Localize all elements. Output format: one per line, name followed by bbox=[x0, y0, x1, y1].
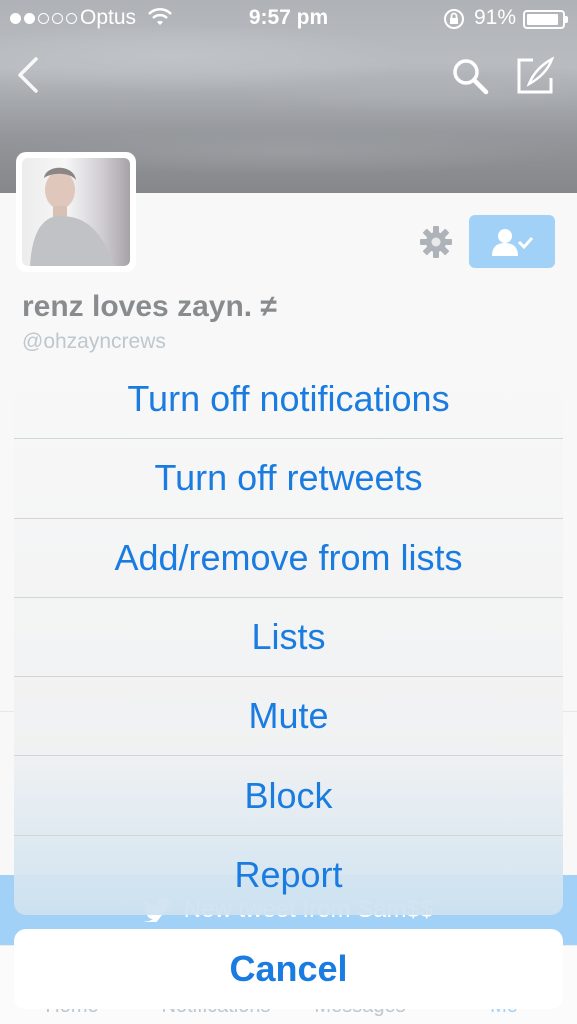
action-lists-button[interactable]: Lists bbox=[14, 598, 563, 678]
battery-percent: 91% bbox=[474, 6, 517, 29]
rotation-lock-icon bbox=[444, 9, 464, 29]
action-report-button[interactable]: Report bbox=[14, 836, 563, 915]
action-turn-off-notifications-button[interactable]: Turn off notifications bbox=[14, 360, 563, 440]
action-mute-button[interactable]: Mute bbox=[14, 677, 563, 757]
cancel-button[interactable]: Cancel bbox=[14, 929, 563, 1009]
action-sheet: Turn off notifications Turn off retweets A… bbox=[14, 360, 563, 915]
battery-icon bbox=[523, 10, 568, 29]
action-block-button[interactable]: Block bbox=[14, 756, 563, 836]
status-bar: Optus 9:57 pm 91% bbox=[0, 0, 577, 38]
action-turn-off-retweets-button[interactable]: Turn off retweets bbox=[14, 439, 563, 519]
action-add-remove-from-lists-button[interactable]: Add/remove from lists bbox=[14, 519, 563, 598]
battery-fill bbox=[527, 14, 558, 25]
